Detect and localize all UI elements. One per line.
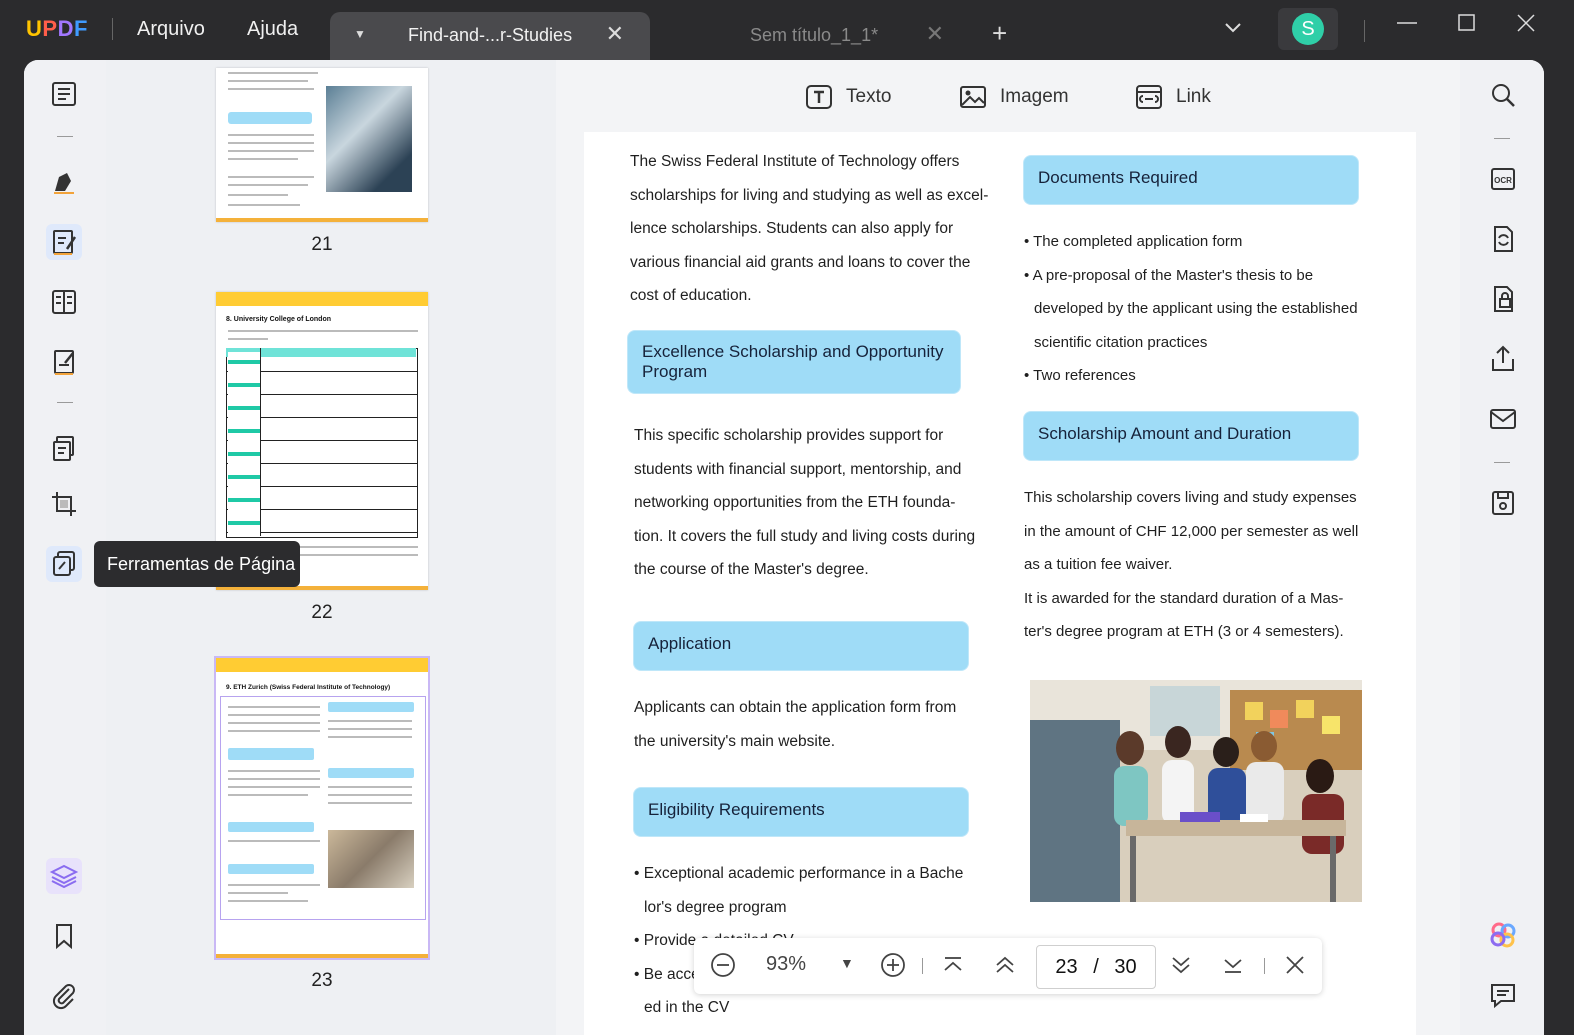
comment-icon[interactable] [46, 164, 82, 200]
zoom-bar-divider [922, 958, 923, 974]
current-page: 23 [1055, 956, 1078, 978]
tab-dropdown-icon[interactable]: ▼ [354, 27, 366, 41]
updf-logo: UPDF [26, 16, 88, 41]
protect-icon[interactable] [1488, 284, 1518, 314]
add-image-label: Imagem [1000, 86, 1069, 107]
new-tab-icon[interactable]: + [992, 18, 1007, 49]
page-number-field[interactable]: 23 / 30 [1036, 945, 1156, 989]
close-zoom-bar-icon[interactable] [1282, 952, 1308, 984]
page-tools-icon[interactable] [46, 546, 82, 582]
next-page-icon[interactable] [1168, 952, 1194, 984]
page-separator: / [1093, 956, 1099, 978]
zoom-navigation-bar: 93% ▼ 23 / 30 [694, 938, 1322, 994]
convert-icon[interactable] [1488, 224, 1518, 254]
excellence-scholarship-paragraph: This specific scholarship provides suppo… [634, 427, 976, 578]
share-icon[interactable] [1488, 344, 1518, 374]
thumbnail-heading: 9. ETH Zurich (Swiss Federal Institute o… [226, 684, 391, 691]
save-icon[interactable] [1488, 488, 1518, 518]
add-text-button[interactable]: Texto [804, 82, 891, 112]
svg-text:OCR: OCR [1494, 176, 1512, 185]
minimize-icon[interactable] [1396, 12, 1418, 41]
tab-close-icon[interactable]: ✕ [606, 21, 624, 47]
title-bar: UPDF Arquivo Ajuda ▼ Find-and-...r-Studi… [0, 0, 1574, 60]
bookmark-icon[interactable] [46, 918, 82, 954]
excellence-scholarship-heading: Excellence Scholarship and Opportunity P… [628, 331, 960, 393]
add-link-button[interactable]: Link [1134, 82, 1211, 112]
eligibility-heading: Eligibility Requirements [634, 788, 968, 836]
total-pages: 30 [1114, 956, 1137, 978]
add-image-button[interactable]: Imagem [958, 82, 1069, 112]
reader-icon[interactable] [46, 76, 82, 112]
pdf-page: The Swiss Federal Institute of Technolog… [584, 132, 1416, 1035]
tabs-list-chevron-icon[interactable] [1224, 18, 1242, 39]
thumbnail-page-21[interactable] [216, 68, 428, 222]
title-separator [1364, 20, 1365, 42]
account-button[interactable]: S [1278, 8, 1338, 50]
documents-required-heading: Documents Required [1024, 156, 1358, 204]
zoom-bar-divider [1264, 958, 1265, 974]
image-tool-icon [960, 86, 986, 108]
organize-icon[interactable] [46, 284, 82, 320]
convert-pages-icon[interactable] [46, 430, 82, 466]
tab-title: Find-and-...r-Studies [408, 25, 573, 45]
last-page-icon[interactable] [1220, 952, 1246, 984]
zoom-in-icon[interactable] [880, 952, 906, 984]
document-viewer: Texto Imagem Link The Swiss Federal Inst… [556, 60, 1460, 1035]
maximize-icon[interactable] [1456, 12, 1478, 41]
documents-required-list: • The completed application form • A pre… [1024, 233, 1358, 384]
layers-icon[interactable] [46, 858, 82, 894]
window-close-icon[interactable] [1515, 12, 1537, 41]
scholarship-amount-paragraph: This scholarship covers living and study… [1024, 489, 1359, 640]
right-sidebar: OCR [1460, 60, 1544, 1035]
add-link-label: Link [1176, 86, 1211, 107]
sidebar-divider [57, 402, 73, 403]
avatar: S [1292, 13, 1324, 45]
sidebar-divider [57, 136, 73, 137]
thumbnail-page-number: 21 [311, 234, 333, 255]
menu-arquivo[interactable]: Arquivo [137, 18, 205, 41]
text-tool-icon [806, 85, 832, 109]
application-paragraph: Applicants can obtain the application fo… [634, 699, 957, 750]
crop-icon[interactable] [46, 486, 82, 522]
previous-page-icon[interactable] [992, 952, 1018, 984]
title-separator [112, 18, 113, 40]
edit-pdf-icon[interactable] [46, 224, 82, 260]
application-heading: Application [634, 622, 968, 670]
tooltip-page-tools: Ferramentas de Página [94, 541, 300, 587]
first-page-icon[interactable] [940, 952, 966, 984]
left-sidebar: Ferramentas de Página [24, 60, 300, 1035]
scholarship-amount-heading: Scholarship Amount and Duration [1024, 412, 1358, 460]
tab-document-active[interactable]: ▼ Find-and-...r-Studies ✕ [330, 12, 650, 60]
search-icon[interactable] [1488, 80, 1518, 110]
comments-panel-icon[interactable] [1488, 980, 1518, 1010]
email-icon[interactable] [1488, 404, 1518, 434]
add-text-label: Texto [846, 86, 892, 107]
ocr-icon[interactable]: OCR [1488, 164, 1518, 194]
thumbnail-page-number: 22 [311, 602, 333, 623]
app-area: Ferramentas de Página 21 8. University C… [24, 60, 1544, 1035]
edit-toolbar: Texto Imagem Link [556, 60, 1460, 132]
tab-title: Sem título_1_1* [750, 25, 879, 45]
ai-assistant-icon[interactable] [1488, 920, 1518, 950]
menu-ajuda[interactable]: Ajuda [247, 18, 298, 41]
thumbnail-heading: 8. University College of London [226, 316, 332, 323]
sidebar-divider [1494, 462, 1510, 463]
link-tool-icon [1136, 85, 1162, 109]
zoom-level[interactable]: 93% [766, 953, 806, 976]
thumbnail-page-number: 23 [311, 970, 333, 991]
zoom-dropdown-icon[interactable]: ▼ [840, 955, 854, 971]
sidebar-divider [1494, 138, 1510, 139]
fill-sign-icon[interactable] [46, 344, 82, 380]
tab-close-icon[interactable]: ✕ [926, 21, 944, 47]
intro-paragraph: The Swiss Federal Institute of Technolog… [630, 153, 989, 304]
attachment-icon[interactable] [46, 978, 82, 1014]
students-photo [1030, 680, 1362, 902]
tab-document-untitled[interactable]: Sem título_1_1* ✕ [700, 12, 960, 60]
thumbnail-page-23-selected[interactable]: 9. ETH Zurich (Swiss Federal Institute o… [214, 656, 430, 960]
zoom-out-icon[interactable] [710, 952, 736, 984]
